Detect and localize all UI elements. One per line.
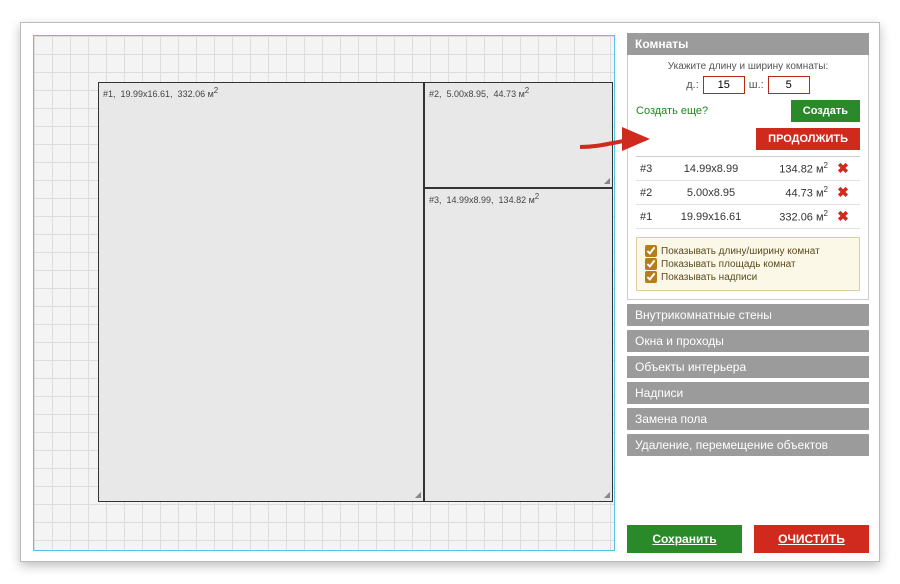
continue-button[interactable]: ПРОДОЛЖИТЬ xyxy=(756,128,860,150)
width-label: ш.: xyxy=(749,79,764,91)
checkbox-label: Показывать площадь комнат xyxy=(661,259,796,270)
rooms-buttons: Создать еще? Создать xyxy=(636,100,860,122)
collapsed-panel[interactable]: Окна и проходы xyxy=(627,330,869,352)
rooms-table: #3 14.99x8.99 134.82 м2 ✖ #2 5.00x8.95 44.73 м… xyxy=(636,156,860,229)
checkbox-label: Показывать надписи xyxy=(661,272,757,283)
room-area: 134.82 м2 xyxy=(756,161,828,176)
display-option[interactable]: Показывать площадь комнат xyxy=(645,258,851,270)
table-row[interactable]: #2 5.00x8.95 44.73 м2 ✖ xyxy=(636,181,860,205)
checkbox[interactable] xyxy=(645,258,657,270)
collapsed-panel[interactable]: Надписи xyxy=(627,382,869,404)
footer-buttons: Сохранить Очистить xyxy=(627,515,869,553)
sidebar: Комнаты Укажите длину и ширину комнаты: … xyxy=(627,23,879,561)
create-button[interactable]: Создать xyxy=(791,100,860,122)
collapsed-panels: Внутрикомнатные стены Окна и проходы Объек… xyxy=(627,300,869,456)
collapsed-panel[interactable]: Замена пола xyxy=(627,408,869,430)
display-options: Показывать длину/ширину комнат Показыват… xyxy=(636,237,860,291)
room[interactable]: #2, 5.00x8.95, 44.73 м2◢ xyxy=(424,82,613,188)
room-id: #1 xyxy=(640,211,666,223)
app-frame: #1, 19.99x16.61, 332.06 м2◢#2, 5.00x8.95… xyxy=(20,22,880,562)
display-option[interactable]: Показывать надписи xyxy=(645,271,851,283)
room-area: 44.73 м2 xyxy=(756,185,828,200)
continue-wrap: ПРОДОЛЖИТЬ xyxy=(636,128,860,150)
rooms-dim-inputs: д.: ш.: xyxy=(636,76,860,94)
create-more-link[interactable]: Создать еще? xyxy=(636,105,708,117)
room-id: #2 xyxy=(640,187,666,199)
checkbox[interactable] xyxy=(645,271,657,283)
collapsed-panel[interactable]: Удаление, перемещение объектов xyxy=(627,434,869,456)
room-dims: 19.99x16.61 xyxy=(672,211,750,223)
length-input[interactable] xyxy=(703,76,745,94)
width-input[interactable] xyxy=(768,76,810,94)
collapsed-panel[interactable]: Объекты интерьера xyxy=(627,356,869,378)
checkbox-label: Показывать длину/ширину комнат xyxy=(661,246,820,257)
save-button[interactable]: Сохранить xyxy=(627,525,742,553)
length-label: д.: xyxy=(686,79,699,91)
clear-button[interactable]: Очистить xyxy=(754,525,869,553)
room-id: #3 xyxy=(640,163,666,175)
room-dims: 5.00x8.95 xyxy=(672,187,750,199)
room-area: 332.06 м2 xyxy=(756,209,828,224)
delete-icon[interactable]: ✖ xyxy=(834,184,852,201)
floorplan-canvas[interactable]: #1, 19.99x16.61, 332.06 м2◢#2, 5.00x8.95… xyxy=(33,35,615,551)
rooms-hint: Укажите длину и ширину комнаты: xyxy=(636,61,860,72)
room[interactable]: #1, 19.99x16.61, 332.06 м2◢ xyxy=(98,82,424,502)
display-option[interactable]: Показывать длину/ширину комнат xyxy=(645,245,851,257)
collapsed-panel[interactable]: Внутрикомнатные стены xyxy=(627,304,869,326)
panel-rooms-header[interactable]: Комнаты xyxy=(627,33,869,55)
canvas-wrap: #1, 19.99x16.61, 332.06 м2◢#2, 5.00x8.95… xyxy=(21,23,627,561)
table-row[interactable]: #1 19.99x16.61 332.06 м2 ✖ xyxy=(636,205,860,229)
delete-icon[interactable]: ✖ xyxy=(834,208,852,225)
room[interactable]: #3, 14.99x8.99, 134.82 м2◢ xyxy=(424,188,613,502)
checkbox[interactable] xyxy=(645,245,657,257)
room-dims: 14.99x8.99 xyxy=(672,163,750,175)
panel-rooms-body: Укажите длину и ширину комнаты: д.: ш.: … xyxy=(627,55,869,300)
delete-icon[interactable]: ✖ xyxy=(834,160,852,177)
table-row[interactable]: #3 14.99x8.99 134.82 м2 ✖ xyxy=(636,157,860,181)
